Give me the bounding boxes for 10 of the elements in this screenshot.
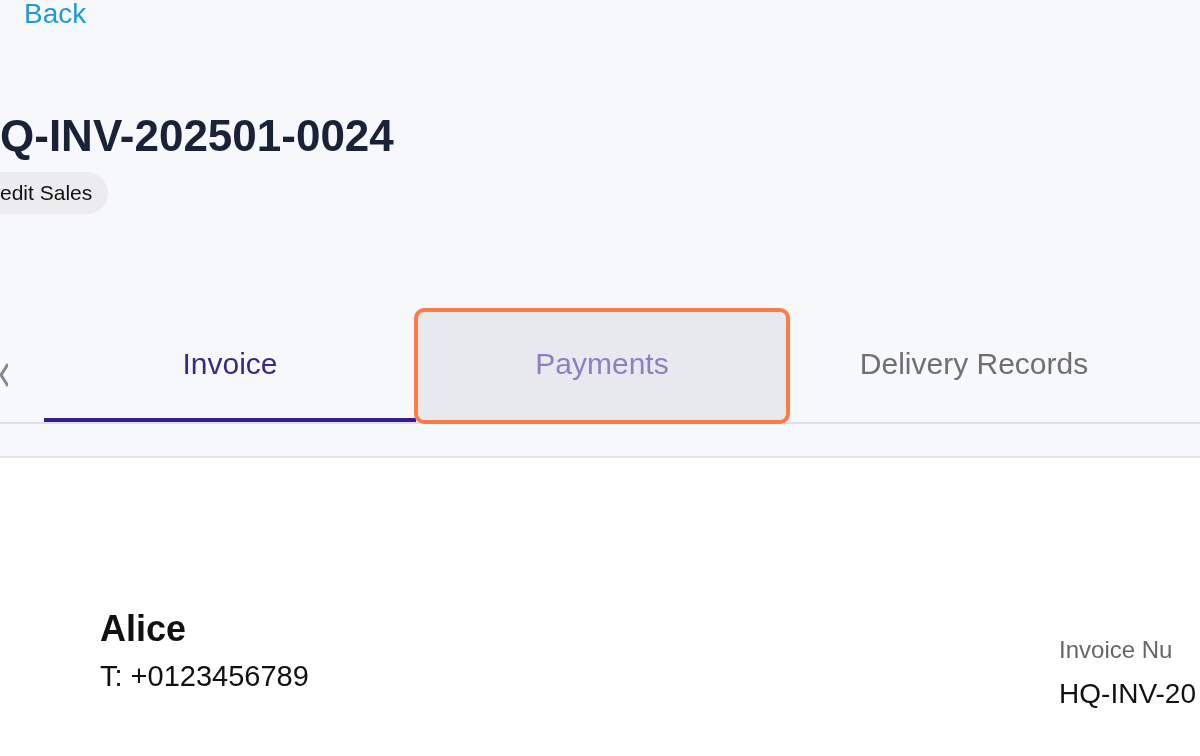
sales-type-tag: edit Sales xyxy=(0,172,109,214)
customer-phone: T: +0123456789 xyxy=(100,660,309,693)
customer-name: Alice xyxy=(100,608,188,650)
invoice-number-value: HQ-INV-20 xyxy=(1059,678,1196,710)
back-link[interactable]: Back xyxy=(24,0,87,32)
invoice-number-label: Invoice Nu xyxy=(1059,636,1173,664)
tab[interactable]: Payments xyxy=(416,310,788,422)
chevron-left-icon[interactable] xyxy=(0,362,8,388)
invoice-title: Q-INV-202501-0024 xyxy=(0,110,394,162)
tab[interactable]: Delivery Records xyxy=(788,310,1160,422)
